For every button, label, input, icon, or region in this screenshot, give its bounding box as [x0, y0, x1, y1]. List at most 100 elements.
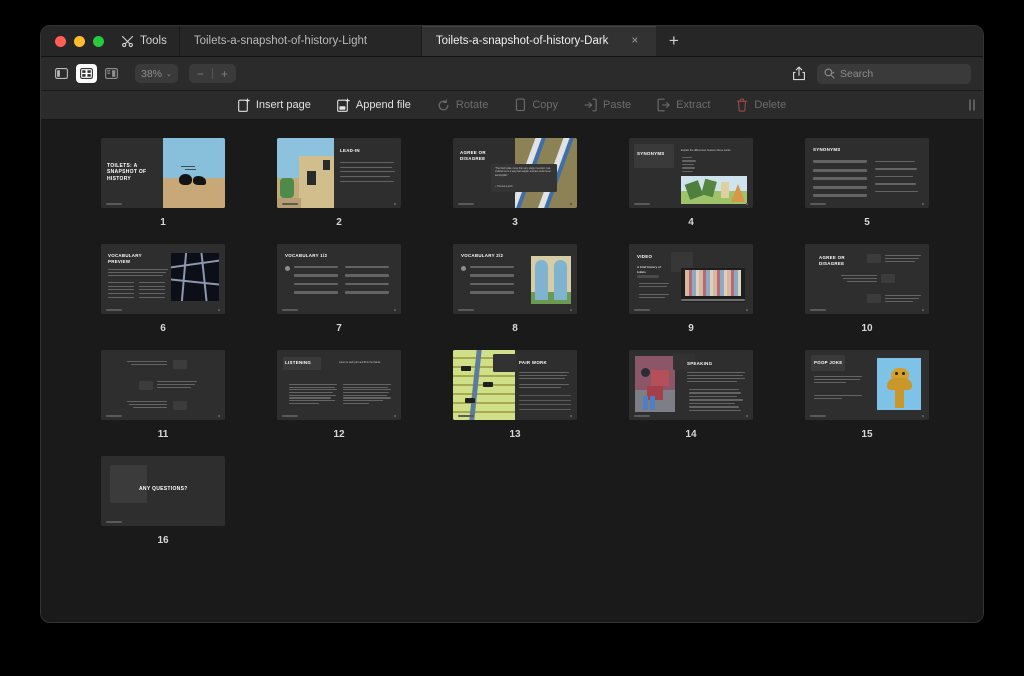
titlebar-spacer: [692, 26, 983, 56]
page-number: 3: [512, 217, 518, 228]
tab-light-document[interactable]: Toilets-a-snapshot-of-history-Light: [178, 26, 421, 56]
page-number: 5: [864, 217, 870, 228]
tab-label: Toilets-a-snapshot-of-history-Dark: [435, 35, 609, 47]
tab-label: Toilets-a-snapshot-of-history-Light: [193, 35, 368, 47]
page-thumbnail-15[interactable]: POOP JOKE: [805, 350, 929, 420]
minimize-window-button[interactable]: [74, 35, 85, 47]
page-action-bar: Insert page Append file Rotate Copy Past…: [41, 91, 983, 120]
slide-title: TOILETS: A SNAPSHOT OF HISTORY: [107, 163, 147, 182]
slide-title: SYNONYMS: [813, 147, 841, 152]
extract-icon: [657, 98, 670, 112]
page-thumbnail-9[interactable]: VIDEO A brief history of toilets: [629, 244, 753, 314]
page-thumbnail-13[interactable]: PAIR WORK: [453, 350, 577, 420]
append-file-icon: [337, 98, 350, 112]
rotate-icon: [438, 98, 449, 110]
page-cell[interactable]: VOCABULARY PREVIEW 6: [75, 244, 251, 334]
zoom-level-value: 38%: [141, 67, 163, 80]
page-cell[interactable]: LEAD-IN 2: [251, 138, 427, 228]
split-view-icon: [105, 68, 118, 79]
new-tab-button[interactable]: +: [656, 26, 692, 56]
page-cell[interactable]: ANY QUESTIONS? 16: [75, 456, 251, 546]
page-thumbnail-12[interactable]: LISTENING Listen to each part and fill i…: [277, 350, 401, 420]
page-thumbnail-5[interactable]: SYNONYMS: [805, 138, 929, 208]
slide-title: AGREE OR DISAGREE: [819, 255, 845, 266]
append-file-button[interactable]: Append file: [337, 98, 411, 112]
page-cell[interactable]: LISTENING Listen to each part and fill i…: [251, 350, 427, 440]
page-grid-canvas[interactable]: TOILETS: A SNAPSHOT OF HISTORY 1 LEAD-IN…: [41, 120, 983, 622]
page-number: 12: [333, 429, 345, 440]
slide-title: POOP JOKE: [814, 360, 843, 365]
insert-page-icon: [237, 98, 250, 112]
page-cell[interactable]: POOP JOKE 15: [779, 350, 955, 440]
maximize-window-button[interactable]: [93, 35, 104, 47]
window-controls: [41, 26, 117, 56]
page-grid: TOILETS: A SNAPSHOT OF HISTORY 1 LEAD-IN…: [41, 138, 983, 546]
rotate-button[interactable]: Rotate: [437, 98, 489, 112]
paste-icon: [584, 98, 597, 112]
delete-label: Delete: [754, 99, 787, 111]
insert-page-button[interactable]: Insert page: [237, 98, 311, 112]
page-cell[interactable]: AGREE OR DISAGREE “The flush toilet, mor…: [427, 138, 603, 228]
paste-button[interactable]: Paste: [584, 98, 631, 112]
page-thumbnail-14[interactable]: SPEAKING: [629, 350, 753, 420]
page-cell[interactable]: SYNONYMS Explain the differences between…: [603, 138, 779, 228]
page-thumbnail-1[interactable]: TOILETS: A SNAPSHOT OF HISTORY: [101, 138, 225, 208]
slide-title: LISTENING: [285, 360, 312, 365]
page-cell[interactable]: SPEAKING 14: [603, 350, 779, 440]
page-cell[interactable]: VOCABULARY 1/2 7: [251, 244, 427, 334]
page-cell[interactable]: TOILETS: A SNAPSHOT OF HISTORY 1: [75, 138, 251, 228]
page-cell[interactable]: AGREE OR DISAGREE 10: [779, 244, 955, 334]
main-toolbar: 38% ⌄ − + Search: [41, 57, 983, 91]
page-cell[interactable]: 11: [75, 350, 251, 440]
tab-dark-document[interactable]: Toilets-a-snapshot-of-history-Dark ×: [420, 26, 656, 56]
copy-button[interactable]: Copy: [514, 98, 558, 112]
slide-title: VOCABULARY 2/2: [461, 253, 504, 258]
page-thumbnail-11[interactable]: [101, 350, 225, 420]
grid-view-button[interactable]: [76, 64, 97, 83]
extract-label: Extract: [676, 99, 711, 111]
page-cell[interactable]: VIDEO A brief history of toilets 9: [603, 244, 779, 334]
page-number: 1: [160, 217, 166, 228]
action-bar-resize-handle[interactable]: [969, 99, 975, 111]
slide-title: VIDEO: [637, 254, 653, 259]
page-cell[interactable]: VOCABULARY 2/2 8: [427, 244, 603, 334]
page-number: 14: [685, 429, 697, 440]
extract-button[interactable]: Extract: [657, 98, 710, 112]
page-thumbnail-4[interactable]: SYNONYMS Explain the differences between…: [629, 138, 753, 208]
chevron-down-icon: ⌄: [166, 70, 172, 78]
page-thumbnail-16[interactable]: ANY QUESTIONS?: [101, 456, 225, 526]
page-thumbnail-8[interactable]: VOCABULARY 2/2: [453, 244, 577, 314]
zoom-stepper: − +: [188, 64, 236, 83]
page-thumbnail-2[interactable]: LEAD-IN: [277, 138, 401, 208]
page-thumbnail-7[interactable]: VOCABULARY 1/2: [277, 244, 401, 314]
search-input[interactable]: Search: [840, 68, 873, 80]
page-number: 2: [336, 217, 342, 228]
close-tab-icon[interactable]: ×: [628, 34, 642, 48]
sidebar-view-button[interactable]: [51, 64, 72, 83]
search-field[interactable]: Search: [817, 63, 971, 84]
tools-button[interactable]: Tools: [117, 26, 179, 56]
grid-view-icon: [80, 68, 93, 79]
zoom-level-dropdown[interactable]: 38% ⌄: [135, 64, 178, 83]
split-view-button[interactable]: [101, 64, 122, 83]
page-thumbnail-3[interactable]: AGREE OR DISAGREE “The flush toilet, mor…: [453, 138, 577, 208]
page-thumbnail-6[interactable]: VOCABULARY PREVIEW: [101, 244, 225, 314]
pdf-app-window: Tools Toilets-a-snapshot-of-history-Ligh…: [40, 25, 984, 623]
zoom-in-button[interactable]: +: [213, 68, 236, 80]
page-number: 8: [512, 323, 518, 334]
page-number: 9: [688, 323, 694, 334]
rotate-label: Rotate: [455, 99, 489, 111]
page-number: 10: [861, 323, 873, 334]
page-thumbnail-10[interactable]: AGREE OR DISAGREE: [805, 244, 929, 314]
close-window-button[interactable]: [55, 35, 66, 47]
page-cell[interactable]: SYNONYMS 5: [779, 138, 955, 228]
desktop-background: Tools Toilets-a-snapshot-of-history-Ligh…: [0, 0, 1024, 676]
zoom-out-button[interactable]: −: [189, 68, 212, 80]
slide-title: SYNONYMS: [637, 151, 665, 156]
page-number: 13: [509, 429, 521, 440]
delete-button[interactable]: Delete: [736, 98, 786, 112]
copy-label: Copy: [532, 99, 559, 111]
page-cell[interactable]: PAIR WORK 13: [427, 350, 603, 440]
share-icon[interactable]: [792, 66, 806, 81]
slide-title: SPEAKING: [687, 361, 713, 366]
